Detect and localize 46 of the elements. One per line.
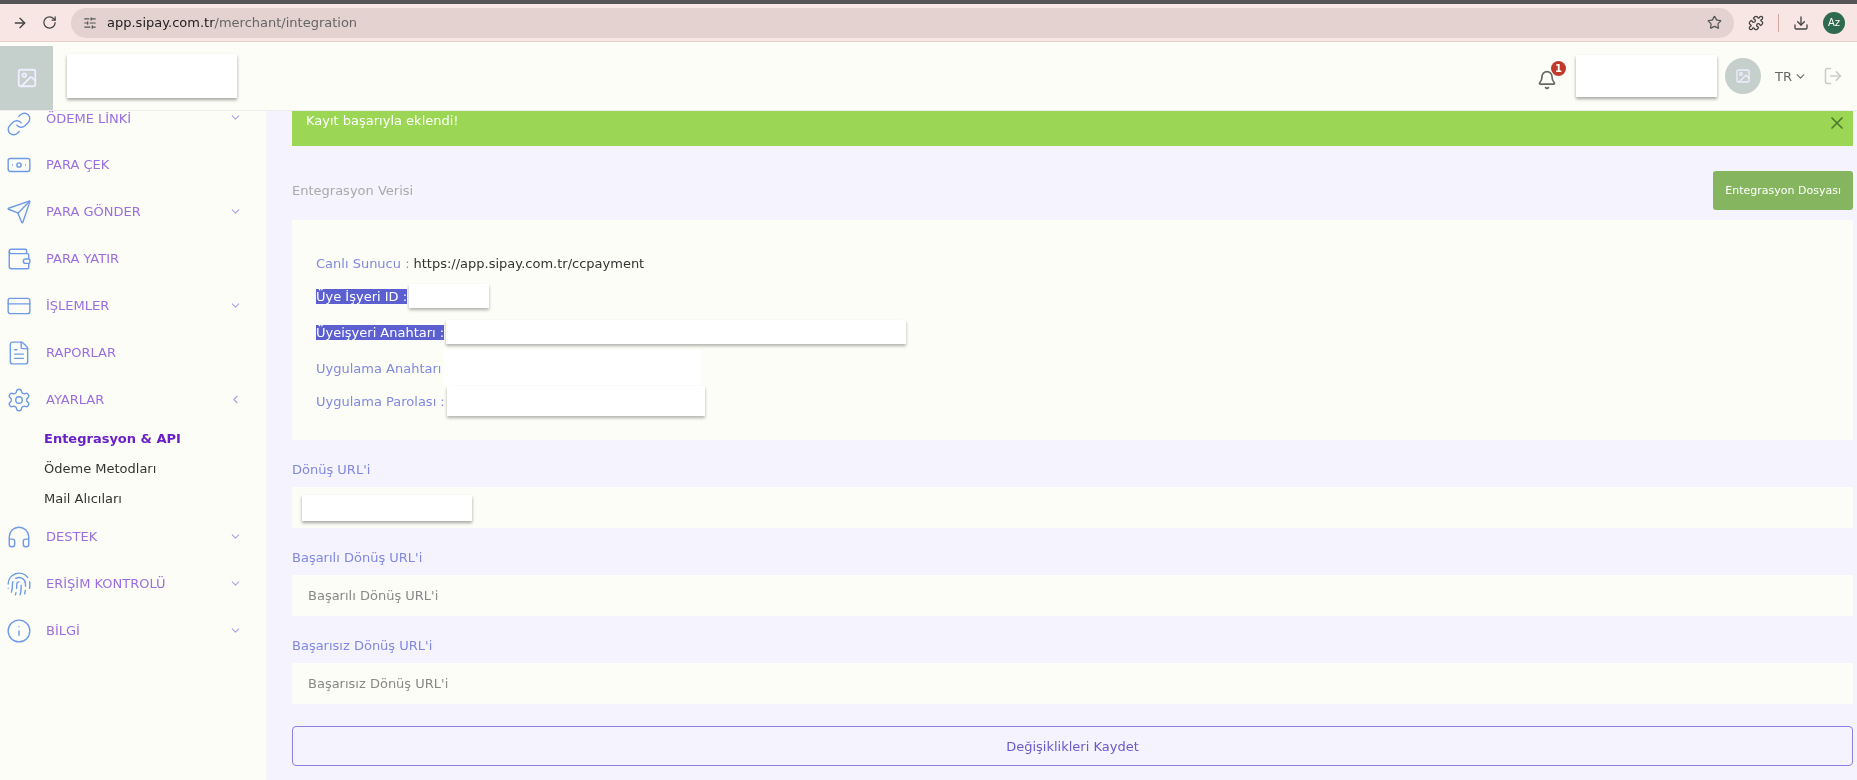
save-button[interactable]: Değişiklikleri Kaydet: [292, 726, 1853, 766]
submenu-item[interactable]: Entegrasyon & API: [0, 423, 266, 453]
field-label: Canlı Sunucu :: [316, 255, 410, 271]
submenu-item[interactable]: Ödeme Metodları: [0, 453, 266, 483]
bell-icon[interactable]: [1537, 69, 1557, 90]
menu-item-icon: [6, 386, 32, 413]
extensions-icon[interactable]: [1748, 14, 1764, 31]
language-selector[interactable]: TR: [1775, 68, 1807, 84]
sidebar-item[interactable]: BİLGİ: [0, 607, 266, 654]
url-text: app.sipay.com.tr/merchant/integration: [107, 15, 358, 30]
sidebar-item[interactable]: ÖDEME LİNKİ: [0, 111, 266, 141]
section-title: Entegrasyon Verisi: [292, 182, 414, 198]
menu-item-icon: [6, 570, 32, 597]
url-field[interactable]: Başarısız Dönüş URL'i: [292, 663, 1853, 704]
reload-icon[interactable]: [42, 15, 57, 30]
field-label: Uygulama Parolası :: [316, 393, 445, 409]
field-label: Uygulama Anahtarı: [316, 360, 442, 376]
field-label: Başarısız Dönüş URL'i: [292, 638, 434, 653]
profile-avatar[interactable]: Az: [1823, 11, 1845, 34]
sidebar-item[interactable]: RAPORLAR: [0, 329, 266, 376]
download-icon[interactable]: [1793, 14, 1809, 31]
field-label: Dönüş URL'i: [292, 462, 372, 477]
alert-message: Kayıt başarıyla eklendi!: [306, 113, 459, 128]
address-bar[interactable]: app.sipay.com.tr/merchant/integration: [71, 7, 1734, 38]
bookmark-star-icon[interactable]: [1707, 15, 1722, 30]
url-field[interactable]: [292, 487, 1853, 528]
integration-file-button[interactable]: Entegrasyon Dosyası: [1713, 170, 1853, 210]
sidebar-item[interactable]: DESTEK: [0, 513, 266, 560]
sidebar-item[interactable]: ERİŞİM KONTROLÜ: [0, 560, 266, 607]
sidebar-item[interactable]: PARA GÖNDER: [0, 188, 266, 235]
logo-placeholder: [0, 46, 53, 110]
site-settings-icon[interactable]: [83, 15, 97, 30]
sidebar-item[interactable]: PARA ÇEK: [0, 141, 266, 188]
field-value: https://app.sipay.com.tr/ccpayment: [413, 255, 645, 271]
field-label: Üyeişyeri Anahtarı :: [316, 324, 445, 340]
submenu-item[interactable]: Mail Alıcıları: [0, 483, 266, 513]
menu-item-icon: [6, 198, 32, 225]
notification-badge: 1: [1551, 60, 1566, 76]
sidebar-item[interactable]: PARA YATIR: [0, 235, 266, 282]
sidebar-item[interactable]: İŞLEMLER: [0, 282, 266, 329]
field-label: Üye İşyeri ID :: [316, 288, 408, 304]
url-field[interactable]: Başarılı Dönüş URL'i: [292, 575, 1853, 616]
field-label: Başarılı Dönüş URL'i: [292, 550, 424, 565]
sidebar-item[interactable]: AYARLAR: [0, 376, 266, 423]
menu-item-icon: [6, 617, 32, 644]
menu-item-icon: [6, 111, 32, 137]
